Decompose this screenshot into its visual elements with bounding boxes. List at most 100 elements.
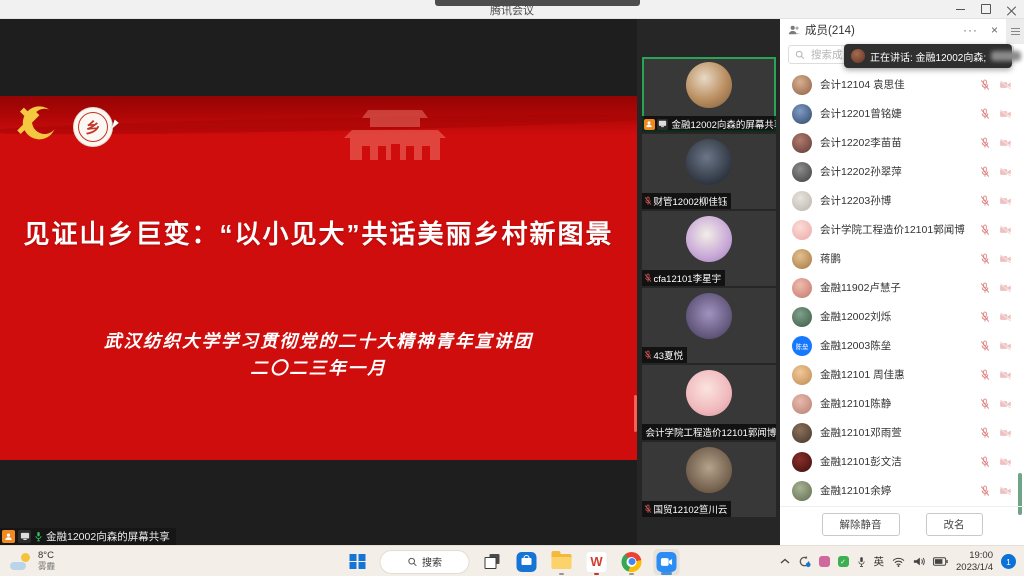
video-tile[interactable]: 会计学院工程造价12101郭闻博	[642, 365, 776, 440]
camera-off-icon[interactable]	[999, 196, 1012, 206]
mic-muted-icon[interactable]	[980, 79, 990, 91]
member-row[interactable]: 金融12002刘烁	[780, 302, 1024, 331]
member-row[interactable]: 会计12202李苗苗	[780, 128, 1024, 157]
camera-off-icon[interactable]	[999, 457, 1012, 467]
maximize-icon[interactable]	[981, 4, 991, 14]
sync-icon[interactable]	[798, 555, 811, 568]
member-row[interactable]: 会计学院工程造价12101郭闻博	[780, 215, 1024, 244]
more-icon[interactable]: ···	[963, 23, 978, 37]
antivirus-shield-icon[interactable]: ✓	[838, 556, 849, 567]
video-tile[interactable]: 国贸12102笪川云	[642, 442, 776, 517]
task-view-button[interactable]	[479, 549, 505, 575]
wifi-icon[interactable]	[892, 557, 905, 567]
windows-logo-icon	[350, 554, 366, 570]
mic-muted-icon[interactable]	[980, 340, 990, 352]
member-row[interactable]: 金融12101邓雨萱	[780, 418, 1024, 447]
camera-off-icon[interactable]	[999, 486, 1012, 496]
camera-off-icon[interactable]	[999, 225, 1012, 235]
video-tile-label: 国贸12102笪川云	[642, 501, 732, 517]
participant-name: 会计学院工程造价12101郭闻博	[646, 425, 776, 439]
camera-off-icon[interactable]	[999, 167, 1012, 177]
member-avatar	[792, 365, 812, 385]
screen: 腾讯会议 乡 见证山乡巨变：“以小见大”共话美	[0, 0, 1024, 576]
mic-muted-icon[interactable]	[980, 166, 990, 178]
participant-name: 43夏悦	[654, 348, 684, 362]
file-explorer-button[interactable]	[549, 549, 575, 575]
mic-muted-icon[interactable]	[980, 456, 990, 468]
member-name: 金融12101 周佳惠	[820, 367, 972, 382]
member-name: 金融12003陈垒	[820, 338, 972, 353]
wps-office-button[interactable]: W	[584, 549, 610, 575]
camera-off-icon[interactable]	[999, 370, 1012, 380]
speaker-icon[interactable]	[913, 556, 925, 567]
unmute-button[interactable]: 解除静音	[822, 513, 900, 536]
member-list-scrollbar[interactable]	[1018, 473, 1022, 515]
tray-app-icon[interactable]	[819, 556, 830, 567]
mic-muted-icon[interactable]	[980, 311, 990, 323]
member-row[interactable]: 陈垒 金融12003陈垒	[780, 331, 1024, 360]
chevron-up-icon[interactable]	[780, 558, 790, 565]
member-avatar	[792, 191, 812, 211]
mic-muted-icon[interactable]	[980, 485, 990, 497]
member-row[interactable]: 会计12104 袁思佳	[780, 70, 1024, 99]
shared-screen-scrollbar[interactable]	[634, 395, 637, 432]
microsoft-store-button[interactable]	[514, 549, 540, 575]
sharing-toolbar-collapsed[interactable]	[435, 0, 640, 6]
start-button[interactable]	[345, 549, 371, 575]
mic-muted-icon[interactable]	[980, 427, 990, 439]
taskbar-tray: ✓ 英 19:00 2023/1/4 1	[780, 546, 1016, 576]
chrome-button[interactable]	[619, 549, 645, 575]
mic-muted-icon[interactable]	[980, 398, 990, 410]
camera-off-icon[interactable]	[999, 254, 1012, 264]
member-row[interactable]: 蒋鹏	[780, 244, 1024, 273]
camera-off-icon[interactable]	[999, 399, 1012, 409]
rename-button[interactable]: 改名	[926, 513, 983, 536]
camera-off-icon[interactable]	[999, 80, 1012, 90]
close-icon[interactable]	[1007, 5, 1016, 14]
video-tile[interactable]: cfa12101李星宇	[642, 211, 776, 286]
panel-close-icon[interactable]: ×	[991, 23, 998, 37]
member-row[interactable]: 会计12203孙博	[780, 186, 1024, 215]
participant-avatar	[686, 370, 732, 416]
mic-muted-icon[interactable]	[980, 108, 990, 120]
member-row[interactable]: 金融12101余婷	[780, 476, 1024, 505]
panel-edge-handle[interactable]	[1006, 18, 1024, 44]
redacted-text	[991, 51, 1021, 61]
member-row[interactable]: 金融11902卢慧子	[780, 273, 1024, 302]
taskbar-weather[interactable]: 8°C 雾霾	[10, 546, 55, 576]
mic-muted-icon[interactable]	[980, 282, 990, 294]
member-row[interactable]: 会计12202孙翠萍	[780, 157, 1024, 186]
member-row[interactable]: 金融12101彭文洁	[780, 447, 1024, 476]
camera-off-icon[interactable]	[999, 283, 1012, 293]
camera-off-icon[interactable]	[999, 312, 1012, 322]
video-tile[interactable]: 财管12002柳佳钰	[642, 134, 776, 209]
mic-muted-icon[interactable]	[980, 253, 990, 265]
mic-muted-icon[interactable]	[980, 137, 990, 149]
microphone-tray-icon[interactable]	[857, 556, 866, 568]
member-row[interactable]: 金融12101陈静	[780, 389, 1024, 418]
camera-off-icon[interactable]	[999, 138, 1012, 148]
mic-muted-icon[interactable]	[980, 369, 990, 381]
notification-badge[interactable]: 1	[1001, 554, 1016, 569]
battery-icon[interactable]	[933, 557, 948, 566]
ime-indicator[interactable]: 英	[874, 554, 885, 569]
panel-divider	[780, 506, 1024, 507]
video-tile[interactable]: 43夏悦	[642, 288, 776, 363]
mic-muted-icon[interactable]	[980, 195, 990, 207]
taskbar-clock[interactable]: 19:00 2023/1/4	[956, 550, 993, 573]
clock-time: 19:00	[969, 550, 993, 561]
minimize-icon[interactable]	[956, 9, 965, 10]
camera-off-icon[interactable]	[999, 428, 1012, 438]
member-avatar	[792, 452, 812, 472]
video-tile[interactable]: 金融12002向森的屏幕共享	[642, 57, 776, 132]
mic-muted-icon[interactable]	[980, 224, 990, 236]
taskbar-search[interactable]: 搜索	[380, 550, 470, 574]
member-row[interactable]: 会计12201曾铭婕	[780, 99, 1024, 128]
camera-off-icon[interactable]	[999, 341, 1012, 351]
member-name: 会计12202李苗苗	[820, 135, 972, 150]
tencent-meeting-button[interactable]	[654, 549, 680, 575]
camera-off-icon[interactable]	[999, 109, 1012, 119]
clock-date: 2023/1/4	[956, 562, 993, 573]
member-row[interactable]: 金融12101 周佳惠	[780, 360, 1024, 389]
chrome-icon	[622, 552, 642, 572]
